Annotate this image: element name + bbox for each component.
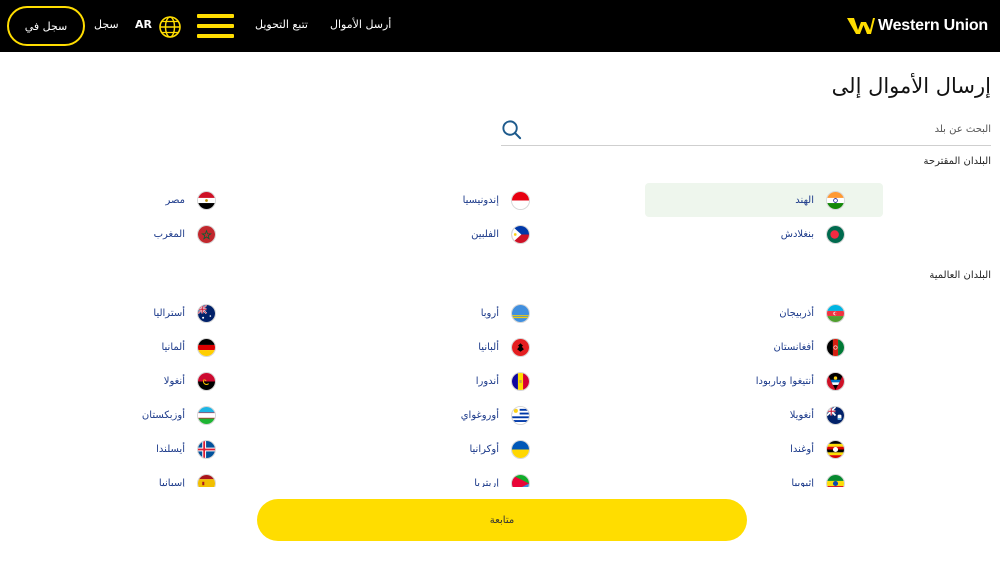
country-item-philippines[interactable]: الفلبين	[471, 217, 530, 251]
western-union-logo-mark-icon	[847, 18, 875, 34]
country-name: أوكرانيا	[469, 443, 499, 455]
andorra-flag-icon	[511, 371, 530, 391]
country-name: المغرب	[153, 228, 185, 240]
register-link[interactable]: سجل	[94, 18, 119, 31]
anguilla-flag-icon	[826, 405, 845, 425]
country-name: أوروغواي	[460, 409, 499, 421]
country-item-egypt[interactable]: مصر	[165, 183, 216, 217]
globe-icon[interactable]	[158, 15, 182, 39]
country-name: الفلبين	[471, 228, 499, 240]
aruba-flag-icon	[511, 303, 530, 323]
country-item-anguilla[interactable]: أنغويلا	[777, 398, 845, 432]
top-navigation-bar: Western Union أرسل الأموال تتبع التحويل …	[0, 0, 1000, 52]
hamburger-menu-icon[interactable]	[197, 14, 234, 38]
country-search	[501, 114, 991, 146]
suggested-countries-heading: البلدان المقترحة	[923, 156, 991, 167]
morocco-flag-icon	[197, 224, 216, 244]
country-name: أروبا	[480, 307, 499, 319]
country-item-afghanistan[interactable]: أفغانستان	[773, 330, 845, 364]
page-title: إرسال الأموال إلى	[831, 74, 991, 98]
search-input[interactable]	[531, 114, 991, 144]
azerbaijan-flag-icon	[826, 303, 845, 323]
uruguay-flag-icon	[511, 405, 530, 425]
uganda-flag-icon	[826, 439, 845, 459]
country-name: أنتيغوا وباربودا	[755, 375, 814, 387]
country-item-uruguay[interactable]: أوروغواي	[460, 398, 530, 432]
country-name: أفغانستان	[773, 341, 814, 353]
country-item-antigua-and-barbuda[interactable]: أنتيغوا وباربودا	[756, 364, 845, 398]
albania-flag-icon	[511, 337, 530, 357]
western-union-logo[interactable]: Western Union	[846, 14, 988, 38]
country-item-indonesia[interactable]: إندونيسيا	[463, 183, 530, 217]
bangladesh-flag-icon	[826, 224, 845, 244]
login-button[interactable]: سجل في	[7, 6, 85, 46]
country-item-albania[interactable]: ألبانيا	[478, 330, 530, 364]
germany-flag-icon	[197, 337, 216, 357]
brand-name: Western Union	[878, 17, 989, 34]
uzbekistan-flag-icon	[197, 405, 216, 425]
angola-flag-icon	[197, 371, 216, 391]
country-item-ukraine[interactable]: أوكرانيا	[469, 432, 530, 466]
country-name: أنغولا	[163, 375, 185, 387]
country-name: الهند	[795, 194, 814, 206]
country-item-uzbekistan[interactable]: أوزبكستان	[142, 398, 216, 432]
country-item-morocco[interactable]: المغرب	[154, 217, 216, 251]
australia-flag-icon	[197, 303, 216, 323]
country-name: أوغندا	[790, 443, 814, 455]
country-item-aruba[interactable]: أروبا	[480, 296, 530, 330]
country-item-angola[interactable]: أنغولا	[163, 364, 216, 398]
nav-send-money-link[interactable]: أرسل الأموال	[330, 18, 391, 31]
country-item-bangladesh[interactable]: بنغلادش	[780, 217, 845, 251]
country-item-australia[interactable]: أستراليا	[153, 296, 216, 330]
language-selector[interactable]: AR	[135, 18, 152, 31]
country-item-azerbaijan[interactable]: أذربيجان	[779, 296, 845, 330]
country-name: بنغلادش	[780, 228, 814, 240]
country-name: ألبانيا	[478, 341, 499, 353]
country-item-andorra[interactable]: أندورا	[476, 364, 530, 398]
nav-track-transfer-link[interactable]: تتبع التحويل	[255, 18, 308, 31]
country-item-germany[interactable]: ألمانيا	[161, 330, 216, 364]
iceland-flag-icon	[197, 439, 216, 459]
indonesia-flag-icon	[511, 190, 530, 210]
country-name: أذربيجان	[779, 307, 814, 319]
country-name: أوزبكستان	[141, 409, 185, 421]
country-name: ألمانيا	[161, 341, 185, 353]
global-countries-heading: البلدان العالمية	[929, 270, 991, 281]
country-name: أستراليا	[153, 307, 185, 319]
afghanistan-flag-icon	[826, 337, 845, 357]
search-icon[interactable]	[501, 119, 522, 140]
ukraine-flag-icon	[511, 439, 530, 459]
country-name: إندونيسيا	[462, 194, 499, 206]
egypt-flag-icon	[197, 190, 216, 210]
india-flag-icon	[826, 190, 845, 210]
country-item-iceland[interactable]: أيسلندا	[156, 432, 216, 466]
country-item-india[interactable]: الهند	[645, 183, 883, 217]
continue-button[interactable]: متابعة	[257, 499, 747, 541]
country-item-uganda[interactable]: أوغندا	[790, 432, 845, 466]
antigua-flag-icon	[826, 371, 845, 391]
country-name: أنغويلا	[789, 409, 814, 421]
country-name: أيسلندا	[156, 443, 185, 455]
philippines-flag-icon	[511, 224, 530, 244]
country-name: مصر	[165, 194, 185, 206]
country-name: أندورا	[475, 375, 499, 387]
